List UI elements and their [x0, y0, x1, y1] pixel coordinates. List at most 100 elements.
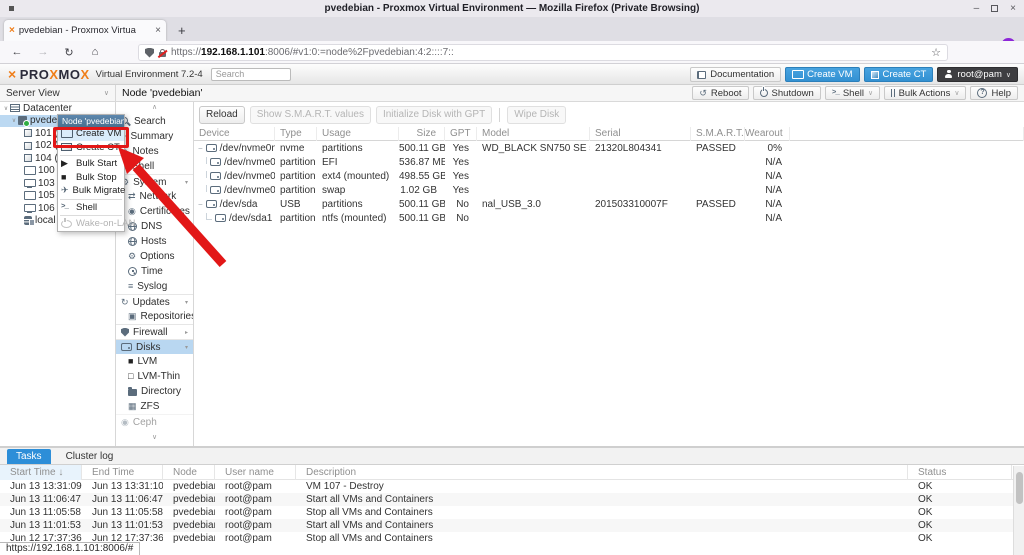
column-header-description[interactable]: Description [296, 465, 908, 480]
nav-item-system[interactable]: ⚙System▾ [116, 174, 193, 189]
nav-item-certificates[interactable]: ◉Certificates [116, 204, 193, 219]
reload-disks-button[interactable]: Reload [199, 106, 245, 124]
expander-icon[interactable]: − [198, 144, 203, 153]
show-smart-button[interactable]: Show S.M.A.R.T. values [250, 106, 371, 124]
tab-close-icon[interactable]: × [155, 25, 161, 36]
nav-item-ceph[interactable]: ◉Ceph [116, 414, 193, 429]
reload-button[interactable]: ↻ [56, 46, 82, 59]
nav-item-zfs[interactable]: ▦ZFS [116, 399, 193, 414]
nav-item-directory[interactable]: Directory [116, 384, 193, 399]
column-header-start-time[interactable]: Start Time ↓ [0, 465, 82, 480]
node-context-menu: Node 'pvedebian' Create VM Create CT ▶Bu… [57, 114, 125, 232]
nav-item-summary[interactable]: ◔Summary [116, 129, 193, 144]
menu-item-wake-on-lan[interactable]: Wake-on-LAN [58, 217, 124, 231]
forward-button[interactable]: → [30, 46, 56, 58]
table-row[interactable]: /dev/nvme0n... partitionswap 1.02 GBYes … [194, 183, 1024, 197]
nav-item-disks[interactable]: Disks▾ [116, 339, 193, 354]
create-vm-button[interactable]: Create VM [785, 67, 859, 82]
shell-button[interactable]: >_Shell∨ [825, 86, 880, 100]
table-row[interactable]: /dev/nvme0n... partitionEFI 536.87 MBYes… [194, 155, 1024, 169]
nav-item-search[interactable]: Search [116, 114, 193, 129]
task-row[interactable]: Jun 13 11:05:58Jun 13 11:05:58 pvedebian… [0, 506, 1024, 519]
wipe-disk-button[interactable]: Wipe Disk [507, 106, 566, 124]
column-header-user-name[interactable]: User name [215, 465, 296, 480]
column-header-end-time[interactable]: End Time [82, 465, 163, 480]
table-row[interactable]: /dev/sda1 partitionntfs (mounted) 500.11… [194, 211, 1024, 225]
tasks-scrollbar[interactable] [1013, 466, 1024, 555]
tree-item-datacenter[interactable]: ∨Datacenter [0, 102, 115, 115]
bulk-actions-button[interactable]: Bulk Actions∨ [884, 86, 966, 100]
expander-icon[interactable]: − [198, 200, 203, 209]
nav-item-lvm-thin[interactable]: □LVM-Thin [116, 369, 193, 384]
nav-item-hosts[interactable]: Hosts [116, 234, 193, 249]
task-row[interactable]: Jun 12 17:37:36Jun 12 17:37:36 pvedebian… [0, 532, 1024, 545]
task-row[interactable]: Jun 13 11:06:47Jun 13 11:06:47 pvedebian… [0, 493, 1024, 506]
scrollbar-thumb[interactable] [1016, 472, 1023, 504]
nav-item-options[interactable]: ⚙Options [116, 249, 193, 264]
nav-scroll-down-icon[interactable]: ∨ [116, 432, 193, 444]
chevron-expanded-icon: ▾ [185, 179, 188, 186]
back-button[interactable]: ← [4, 46, 30, 58]
maximize-button[interactable] [991, 5, 998, 12]
home-button[interactable]: ⌂ [82, 46, 108, 58]
tab-tasks[interactable]: Tasks [7, 449, 51, 464]
menu-item-create-ct[interactable]: Create CT [58, 141, 124, 155]
column-header-smart[interactable]: S.M.A.R.T. [691, 127, 745, 141]
nav-item-syslog[interactable]: ≡Syslog [116, 279, 193, 294]
browser-tab[interactable]: × pvedebian - Proxmox Virtua × [4, 20, 166, 41]
new-tab-button[interactable]: + [178, 23, 186, 38]
table-row[interactable]: −/dev/nvme0n1 nvmepartitions 500.11 GBYe… [194, 141, 1024, 155]
column-header-node[interactable]: Node [163, 465, 215, 480]
nav-item-updates[interactable]: ↻Updates▾ [116, 294, 193, 309]
menu-item-bulk-migrate[interactable]: ✈Bulk Migrate [58, 184, 124, 198]
shutdown-button[interactable]: Shutdown [753, 86, 821, 100]
global-search-input[interactable] [211, 68, 291, 81]
menu-item-bulk-stop[interactable]: ■Bulk Stop [58, 171, 124, 185]
grid-icon: ▦ [128, 402, 137, 411]
bookmark-star-icon[interactable]: ☆ [931, 46, 941, 59]
menu-item-create-vm[interactable]: Create VM [58, 127, 124, 141]
menu-item-shell[interactable]: >_Shell [58, 201, 124, 215]
help-button[interactable]: Help [970, 86, 1018, 100]
init-gpt-button[interactable]: Initialize Disk with GPT [376, 106, 492, 124]
create-ct-button[interactable]: Create CT [864, 67, 934, 82]
nav-item-notes[interactable]: ✎Notes [116, 144, 193, 159]
window-title: pvedebian - Proxmox Virtual Environment … [0, 3, 1024, 14]
nav-scroll-up-icon[interactable]: ∧ [116, 102, 193, 114]
menu-item-bulk-start[interactable]: ▶Bulk Start [58, 157, 124, 171]
nav-item-firewall[interactable]: Firewall▸ [116, 324, 193, 339]
table-row[interactable]: −/dev/sda USBpartitions 500.11 GBNo nal_… [194, 197, 1024, 211]
url-input[interactable]: https://192.168.1.101:8006/#v1:0:=node%2… [138, 44, 948, 61]
column-header-gpt[interactable]: GPT [445, 127, 477, 141]
task-row[interactable]: Jun 13 11:01:53Jun 13 11:01:53 pvedebian… [0, 519, 1024, 532]
table-row[interactable]: /dev/nvme0n... partitionext4 (mounted) 4… [194, 169, 1024, 183]
chevron-collapsed-icon: ▸ [185, 329, 188, 336]
user-menu-button[interactable]: root@pam∨ [937, 67, 1018, 82]
tab-cluster-log[interactable]: Cluster log [57, 449, 123, 464]
column-header-size[interactable]: Size [399, 127, 445, 141]
nav-item-network[interactable]: ⇄Network [116, 189, 193, 204]
tracking-protection-shield-icon[interactable] [145, 48, 154, 58]
server-view-select[interactable]: Server View ∨ [0, 85, 116, 101]
power-icon [760, 89, 768, 97]
column-header-wearout[interactable]: Wearout [745, 127, 790, 141]
reboot-button[interactable]: ↺Reboot [692, 86, 748, 100]
nav-item-time[interactable]: Time [116, 264, 193, 279]
insecure-lock-icon[interactable] [159, 52, 166, 57]
vm-monitor-icon [24, 179, 35, 188]
column-header-type[interactable]: Type [275, 127, 317, 141]
documentation-button[interactable]: Documentation [690, 67, 781, 82]
column-header-device[interactable]: Device [194, 127, 275, 141]
column-header-usage[interactable]: Usage [317, 127, 399, 141]
column-header-serial[interactable]: Serial [590, 127, 691, 141]
minimize-button[interactable]: – [974, 3, 980, 14]
main-body: ∨Datacenter ∨pvedebian 101 ( 102 ( 104 (… [0, 102, 1024, 446]
nav-item-shell[interactable]: >_Shell [116, 159, 193, 174]
task-row[interactable]: Jun 13 13:31:09Jun 13 13:31:10 pvedebian… [0, 480, 1024, 493]
nav-item-repositories[interactable]: ▣Repositories [116, 309, 193, 324]
column-header-status[interactable]: Status [908, 465, 1012, 480]
column-header-model[interactable]: Model [477, 127, 590, 141]
close-window-button[interactable]: × [1010, 3, 1016, 14]
tree-elbow [206, 157, 207, 164]
nav-item-lvm[interactable]: ■LVM [116, 354, 193, 369]
